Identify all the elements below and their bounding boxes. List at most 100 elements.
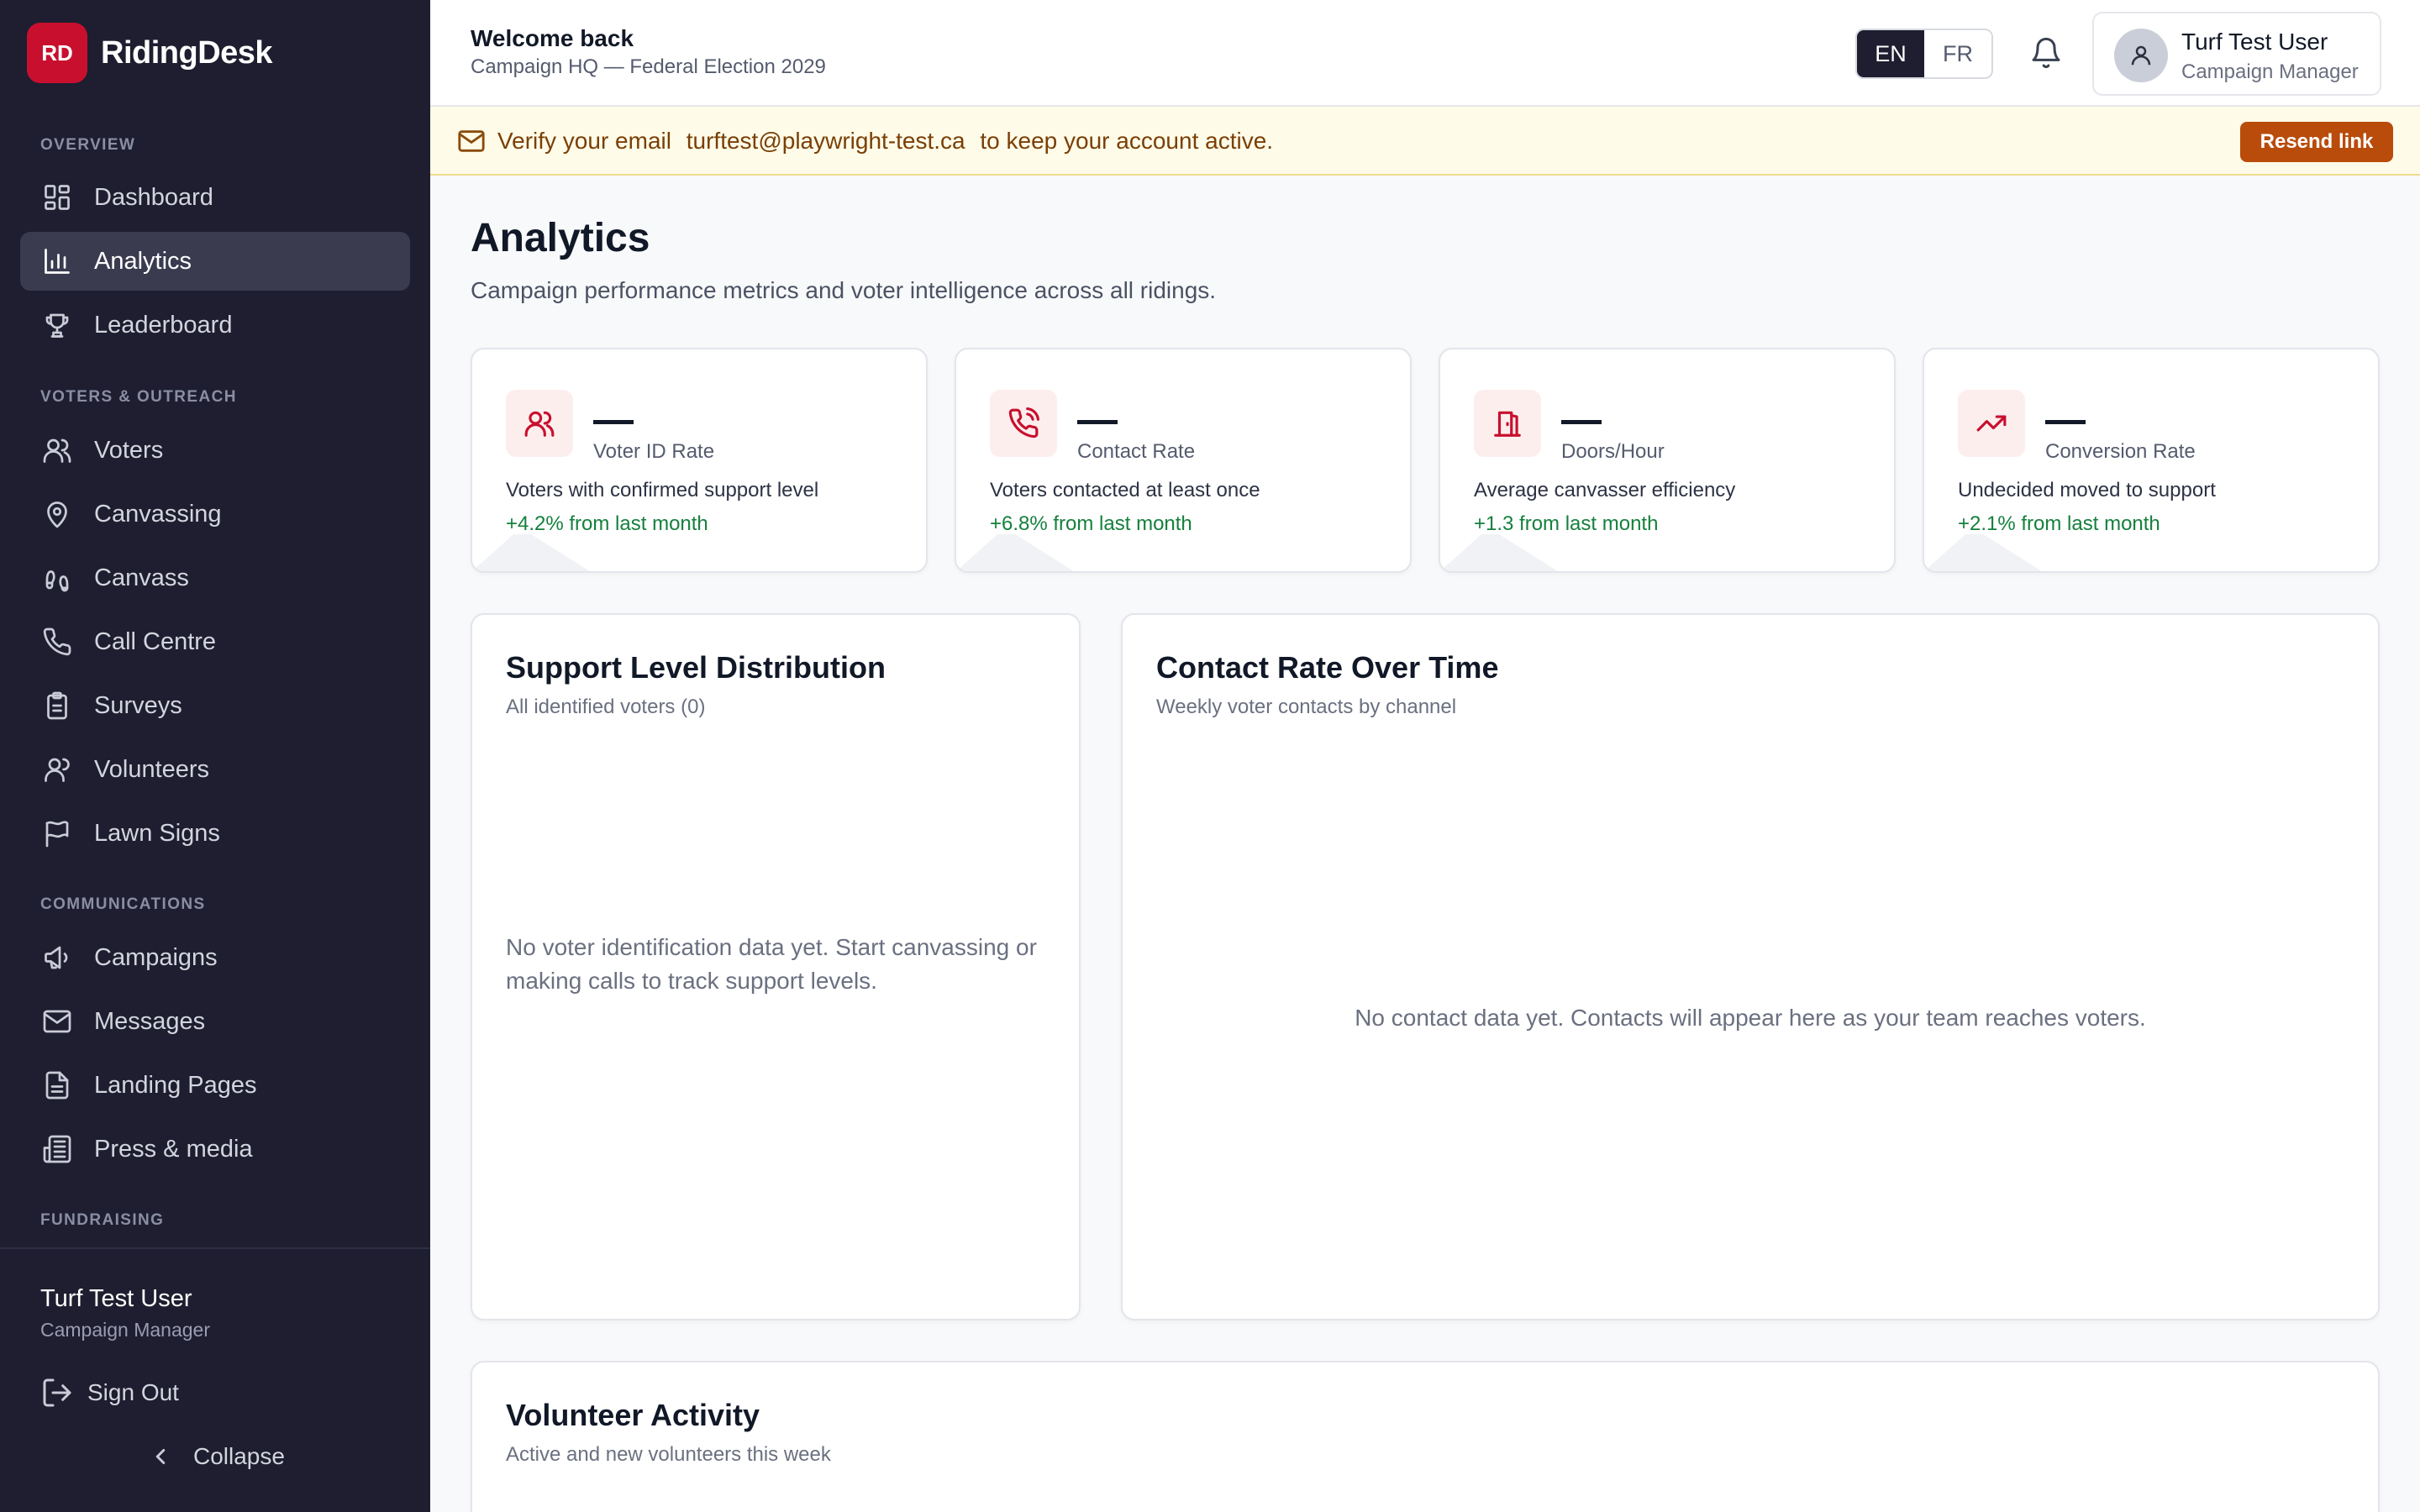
lang-fr-button[interactable]: FR [1924,30,1991,77]
sidebar-item-lawn-signs[interactable]: Lawn Signs [20,804,410,863]
phone-icon [40,625,74,659]
volunteer-activity-panel: Volunteer Activity Active and new volunt… [471,1361,2380,1512]
sidebar-item-label: Analytics [94,247,192,275]
metric-card-doors-hour: Doors/Hour Average canvasser efficiency … [1439,348,1896,573]
sidebar: RD RidingDesk OVERVIEW Dashboard Analyti… [0,0,430,1512]
brand-logo: RD [27,23,87,83]
map-pin-icon [40,497,74,531]
nav-section-communications: COMMUNICATIONS [40,895,206,913]
metric-change: +6.8% from last month [990,512,1192,535]
metric-label: Conversion Rate [2045,440,2196,463]
sidebar-item-label: Landing Pages [94,1071,257,1099]
page-subtitle: Campaign performance metrics and voter i… [471,277,1217,303]
sidebar-item-label: Campaigns [94,943,218,971]
support-level-panel: Support Level Distribution All identifie… [471,613,1081,1320]
panel-title: Contact Rate Over Time [1156,650,1499,685]
panel-subtitle: Weekly voter contacts by channel [1156,696,1457,718]
bar-chart-icon [40,244,74,278]
metric-change: +1.3 from last month [1474,512,1659,535]
metric-value-placeholder [1561,420,1602,424]
phone-call-icon [990,390,1057,457]
user-role: Campaign Manager [2181,60,2359,83]
notifications-button[interactable] [2025,32,2067,74]
sidebar-item-canvass[interactable]: Canvass [20,549,410,607]
door-icon [1474,390,1541,457]
metric-value-placeholder [1077,420,1118,424]
sidebar-item-analytics[interactable]: Analytics [20,232,410,291]
lang-en-button[interactable]: EN [1857,30,1924,77]
metric-value-placeholder [593,420,634,424]
sidebar-item-label: Press & media [94,1135,253,1163]
users-icon [506,390,573,457]
sidebar-item-label: Leaderboard [94,311,233,339]
sign-out-icon [43,1378,71,1407]
users-icon [40,433,74,467]
nav-section-overview: OVERVIEW [40,136,136,154]
top-header: Welcome back Campaign HQ — Federal Elect… [430,0,2420,107]
sidebar-item-label: Dashboard [94,183,213,211]
empty-state-message: No voter identification data yet. Start … [506,934,1037,994]
sidebar-user-role: Campaign Manager [40,1319,211,1341]
metric-change: +4.2% from last month [506,512,708,535]
banner-email: turftest@playwright-test.ca [686,128,965,154]
campaign-name: Campaign HQ — Federal Election 2029 [471,55,826,78]
contact-rate-panel: Contact Rate Over Time Weekly voter cont… [1121,613,2380,1320]
sidebar-item-messages[interactable]: Messages [20,992,410,1051]
sidebar-item-leaderboard[interactable]: Leaderboard [20,296,410,354]
resend-link-button[interactable]: Resend link [2240,122,2393,162]
sidebar-item-call-centre[interactable]: Call Centre [20,612,410,671]
page-title: Analytics [471,216,650,260]
panel-title: Volunteer Activity [506,1398,760,1432]
panel-subtitle: Active and new volunteers this week [506,1443,831,1466]
sidebar-item-label: Canvassing [94,500,222,528]
dashboard-icon [40,181,74,214]
metric-description: Voters with confirmed support level [506,479,819,501]
sidebar-item-label: Volunteers [94,755,210,783]
metric-label: Contact Rate [1077,440,1196,463]
trophy-icon [40,308,74,342]
sign-out-button[interactable]: Sign Out [40,1376,179,1410]
sidebar-item-dashboard[interactable]: Dashboard [20,168,410,227]
brand[interactable]: RD RidingDesk [27,23,273,83]
banner-suffix: to keep your account active. [980,128,1274,154]
user-menu[interactable]: Turf Test User Campaign Manager [2092,12,2381,96]
nav-section-fundraising: FUNDRAISING [40,1211,165,1229]
user-group-icon [40,753,74,786]
sidebar-item-label: Lawn Signs [94,819,220,847]
clipboard-icon [40,689,74,722]
card-decoration [1440,534,1558,571]
sidebar-item-landing-pages[interactable]: Landing Pages [20,1056,410,1115]
sidebar-item-canvassing[interactable]: Canvassing [20,485,410,543]
sidebar-item-voters[interactable]: Voters [20,421,410,480]
sidebar-item-press-media[interactable]: Press & media [20,1120,410,1179]
banner-prefix: Verify your email [497,128,671,154]
welcome-title: Welcome back [471,25,634,51]
file-icon [40,1068,74,1102]
sidebar-user-name: Turf Test User [40,1285,192,1312]
panel-subtitle: All identified voters (0) [506,696,706,718]
verify-email-banner: Verify your email turftest@playwright-te… [430,107,2420,176]
mail-icon [457,127,486,155]
empty-state-message: No contact data yet. Contacts will appea… [1355,1005,2146,1031]
sidebar-item-surveys[interactable]: Surveys [20,676,410,735]
brand-name: RidingDesk [101,34,273,71]
metric-card-conversion-rate: Conversion Rate Undecided moved to suppo… [1923,348,2380,573]
metric-value-placeholder [2045,420,2086,424]
card-decoration [472,534,590,571]
collapse-label: Collapse [193,1443,285,1469]
nav-section-voters: VOTERS & OUTREACH [40,388,237,406]
metric-description: Undecided moved to support [1958,479,2216,501]
user-icon [2131,45,2151,66]
mail-icon [40,1005,74,1038]
metric-card-voter-id: Voter ID Rate Voters with confirmed supp… [471,348,928,573]
metric-card-contact-rate: Contact Rate Voters contacted at least o… [955,348,1412,573]
sidebar-item-campaigns[interactable]: Campaigns [20,928,410,987]
flag-icon [40,816,74,850]
metric-change: +2.1% from last month [1958,512,2160,535]
sidebar-item-volunteers[interactable]: Volunteers [20,740,410,799]
trending-up-icon [1958,390,2025,457]
megaphone-icon [40,941,74,974]
language-toggle: EN FR [1855,29,1993,79]
collapse-button[interactable]: Collapse [148,1443,285,1470]
sidebar-item-label: Messages [94,1007,206,1035]
